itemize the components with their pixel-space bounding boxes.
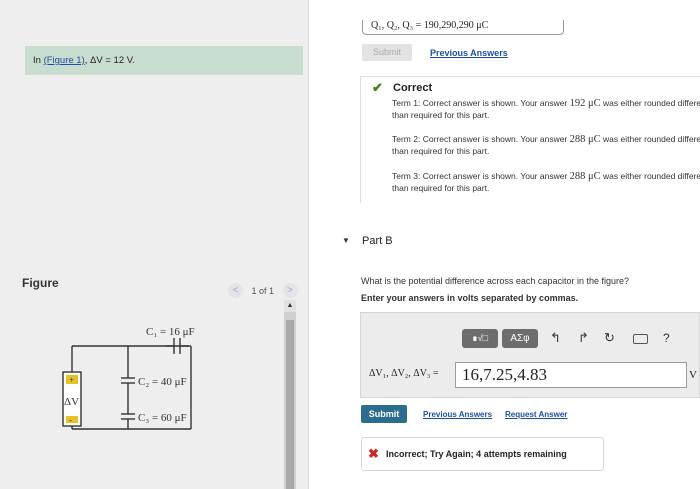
answer-input[interactable] <box>455 362 687 388</box>
request-answer-link[interactable]: Request Answer <box>505 410 567 419</box>
part-a-previous-answer: Q₁, Q₂, Q₃ = 190,290,290 μC <box>362 20 564 35</box>
part-a-submit-button[interactable]: Submit <box>362 44 412 61</box>
term-3-line-1: Term 3: Correct answer is shown. Your an… <box>392 171 700 182</box>
part-b-question: What is the potential difference across … <box>361 276 629 286</box>
collapse-arrow-icon[interactable]: ▼ <box>342 236 350 245</box>
incorrect-message: Incorrect; Try Again; 4 attempts remaini… <box>386 449 567 459</box>
c3-label: C₃ = 60 μF <box>138 412 187 424</box>
figure-link[interactable]: (Figure 1) <box>44 55 85 66</box>
figure-pager: < 1 of 1 > <box>228 283 298 298</box>
term-1-line-1: Term 1: Correct answer is shown. Your an… <box>392 98 700 109</box>
term-2-line-2: than required for this part. <box>392 146 490 156</box>
greek-symbols-button[interactable]: ΑΣφ <box>502 329 538 348</box>
reset-icon[interactable]: ↻ <box>604 330 615 346</box>
term-1-line-2: than required for this part. <box>392 110 490 120</box>
intro-prefix: In <box>33 55 44 66</box>
panel-divider <box>308 0 309 489</box>
answer-variable-label: ΔV₁, ΔV₂, ΔV₃ = <box>369 368 439 379</box>
check-icon: ✔ <box>372 80 383 95</box>
part-b-title[interactable]: Part B <box>362 235 393 247</box>
incorrect-x-icon: ✖ <box>368 446 379 461</box>
unit-label: V <box>689 369 697 381</box>
battery-label: ΔV <box>64 396 79 408</box>
next-figure-button[interactable]: > <box>282 283 298 298</box>
part-b-instruction: Enter your answers in volts separated by… <box>361 293 579 303</box>
part-b-previous-answers-link[interactable]: Previous Answers <box>423 410 492 419</box>
templates-button[interactable]: ∎√□ <box>462 329 498 348</box>
term-3-line-2: than required for this part. <box>392 183 490 193</box>
scroll-thumb[interactable] <box>286 320 294 489</box>
c2-label: C₂ = 40 μF <box>138 376 187 388</box>
scroll-up-arrow-icon[interactable]: ▲ <box>284 300 296 312</box>
c1-label: C₁ = 16 μF <box>146 326 195 338</box>
help-button[interactable]: ? <box>663 331 670 345</box>
prev-figure-button[interactable]: < <box>228 283 243 298</box>
undo-icon[interactable]: ↰ <box>550 330 561 346</box>
problem-intro: In (Figure 1), ΔV = 12 V. <box>25 46 303 75</box>
redo-icon[interactable]: ↱ <box>578 330 589 346</box>
part-b-submit-button[interactable]: Submit <box>361 405 407 423</box>
correct-title: Correct <box>393 82 433 94</box>
battery-minus-label: - <box>69 415 72 425</box>
battery-plus-label: + <box>69 375 74 385</box>
intro-rest: , ΔV = 12 V. <box>84 55 135 66</box>
circuit-diagram: + - ΔV C₁ = 16 μF C₂ = 40 μF C₃ = 60 μF <box>62 326 195 430</box>
figure-count: 1 of 1 <box>251 285 275 296</box>
figure-heading: Figure <box>22 276 59 290</box>
term-2-line-1: Term 2: Correct answer is shown. Your an… <box>392 134 700 145</box>
keyboard-icon[interactable] <box>633 334 648 344</box>
part-a-previous-answers-link[interactable]: Previous Answers <box>430 48 508 58</box>
